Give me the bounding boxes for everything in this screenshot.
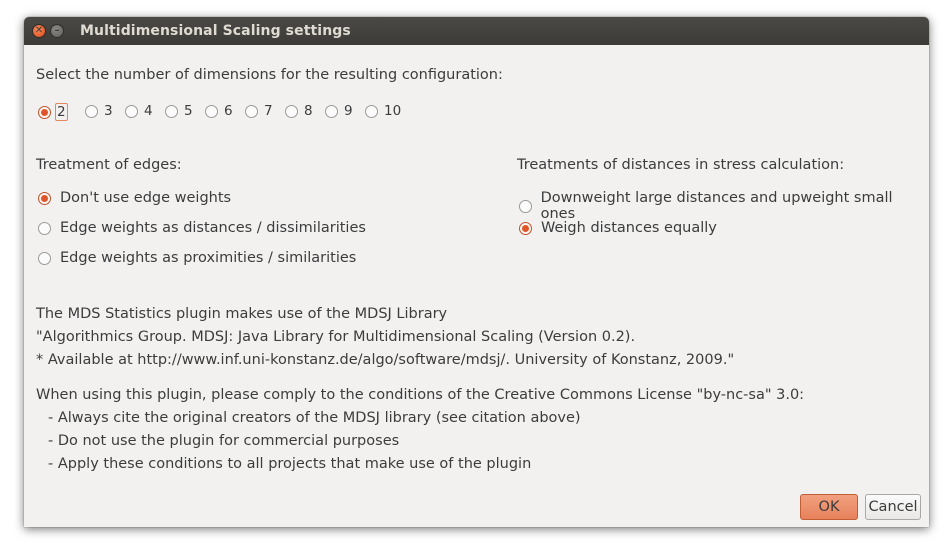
radio-icon[interactable]: [38, 251, 51, 265]
minimize-icon[interactable]: –: [50, 24, 64, 38]
condition-3: - Apply these conditions to all projects…: [48, 456, 532, 472]
dimension-option-6[interactable]: 6: [205, 103, 233, 119]
radio-icon[interactable]: [125, 104, 138, 118]
dimension-option-2[interactable]: 2: [38, 103, 68, 121]
radio-icon[interactable]: [165, 104, 178, 118]
radio-icon[interactable]: [85, 104, 98, 118]
close-icon[interactable]: ✕: [32, 24, 46, 38]
radio-icon[interactable]: [285, 104, 298, 118]
condition-2: - Do not use the plugin for commercial p…: [48, 433, 400, 449]
dimension-option-5[interactable]: 5: [165, 103, 193, 119]
dimension-option-10[interactable]: 10: [365, 103, 401, 119]
edges-heading: Treatment of edges:: [36, 157, 182, 173]
edge-option-proximities[interactable]: Edge weights as proximities / similariti…: [38, 250, 356, 266]
edge-option-distances[interactable]: Edge weights as distances / dissimilarit…: [38, 220, 366, 236]
radio-icon[interactable]: [519, 199, 532, 213]
cancel-button[interactable]: Cancel: [865, 494, 921, 520]
radio-icon[interactable]: [245, 104, 258, 118]
radio-icon[interactable]: [38, 221, 51, 235]
radio-icon[interactable]: [365, 104, 378, 118]
dimensions-prompt: Select the number of dimensions for the …: [36, 67, 503, 83]
window-title: Multidimensional Scaling settings: [80, 23, 351, 39]
title-bar: ✕ – Multidimensional Scaling settings: [24, 17, 929, 45]
dimension-option-7[interactable]: 7: [245, 103, 273, 119]
stress-heading: Treatments of distances in stress calcul…: [517, 157, 845, 173]
stress-option-equal[interactable]: Weigh distances equally: [519, 220, 717, 236]
info-line-3: * Available at http://www.inf.uni-konsta…: [36, 352, 735, 368]
stress-option-downweight[interactable]: Downweight large distances and upweight …: [519, 190, 917, 222]
dimension-option-3[interactable]: 3: [85, 103, 113, 119]
settings-dialog: ✕ – Multidimensional Scaling settings Se…: [24, 17, 929, 527]
info-line-1: The MDS Statistics plugin makes use of t…: [36, 306, 448, 322]
edge-option-no-weights[interactable]: Don't use edge weights: [38, 190, 231, 206]
radio-icon[interactable]: [205, 104, 218, 118]
license-text: When using this plugin, please comply to…: [36, 387, 805, 403]
radio-checked-icon[interactable]: [38, 105, 51, 119]
radio-checked-icon[interactable]: [38, 191, 51, 205]
dimension-option-4[interactable]: 4: [125, 103, 153, 119]
ok-button[interactable]: OK: [800, 494, 858, 520]
dimension-option-9[interactable]: 9: [325, 103, 353, 119]
radio-checked-icon[interactable]: [519, 221, 532, 235]
info-line-2: "Algorithmics Group. MDSJ: Java Library …: [36, 329, 636, 345]
condition-1: - Always cite the original creators of t…: [48, 410, 581, 426]
dimension-option-8[interactable]: 8: [285, 103, 313, 119]
radio-icon[interactable]: [325, 104, 338, 118]
dialog-content: Select the number of dimensions for the …: [36, 45, 921, 527]
